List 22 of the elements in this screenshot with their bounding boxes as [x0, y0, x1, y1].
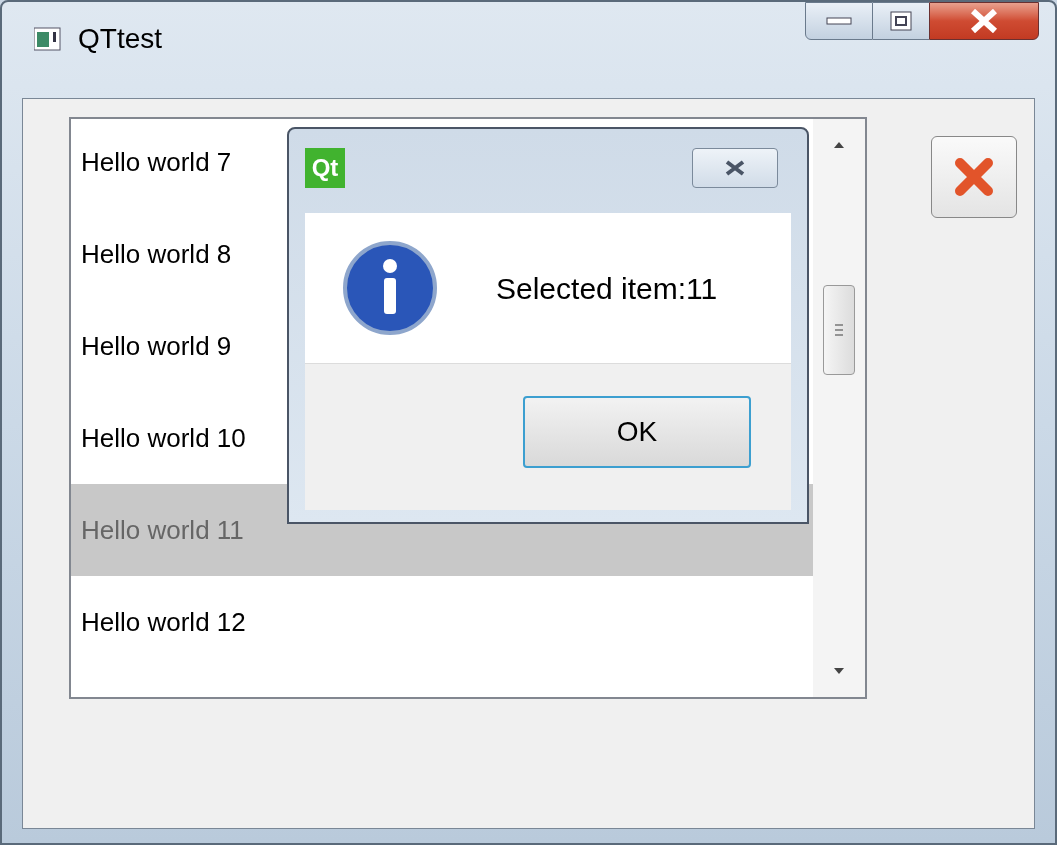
scroll-up-icon[interactable]	[833, 141, 845, 149]
dialog-close-button[interactable]	[692, 148, 778, 188]
message-text: Selected item:11	[496, 270, 718, 307]
minimize-button[interactable]	[805, 2, 873, 40]
close-icon	[969, 9, 999, 33]
scrollbar[interactable]	[813, 119, 865, 697]
grip-icon	[834, 323, 844, 337]
maximize-button[interactable]	[873, 2, 929, 40]
scroll-thumb[interactable]	[823, 285, 855, 375]
scroll-down-icon[interactable]	[833, 667, 845, 675]
minimize-icon	[826, 17, 852, 25]
qt-logo: Qt	[305, 148, 345, 188]
list-item[interactable]: Hello world 12	[71, 576, 813, 668]
close-button[interactable]	[929, 2, 1039, 40]
window-title: QTtest	[78, 22, 162, 56]
info-icon	[342, 240, 438, 336]
maximize-icon	[890, 11, 912, 31]
app-icon	[34, 26, 62, 52]
ok-button[interactable]: OK	[523, 396, 751, 468]
delete-icon	[954, 157, 994, 197]
close-icon	[724, 160, 746, 176]
delete-button[interactable]	[931, 136, 1017, 218]
